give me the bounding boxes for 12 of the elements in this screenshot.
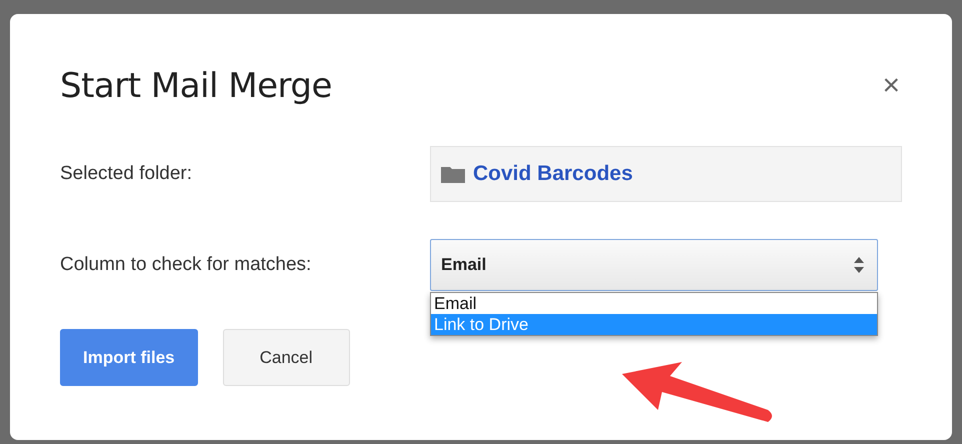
field-label: Selected folder:: [60, 163, 194, 185]
close-button[interactable]: ×: [878, 71, 904, 101]
column-select[interactable]: Email: [430, 239, 878, 291]
folder-icon: [441, 165, 465, 183]
folder-link[interactable]: Covid Barcodes: [473, 162, 633, 186]
field-label: Column to check for matches:: [60, 254, 312, 276]
sort-arrows-icon: [853, 256, 865, 274]
cancel-button[interactable]: Cancel: [222, 329, 350, 386]
dialog-title: Start Mail Merge: [60, 66, 332, 106]
dropdown-option[interactable]: Email: [431, 293, 877, 314]
import-button[interactable]: Import files: [60, 329, 198, 386]
dropdown-option[interactable]: Link to Drive: [431, 314, 877, 335]
